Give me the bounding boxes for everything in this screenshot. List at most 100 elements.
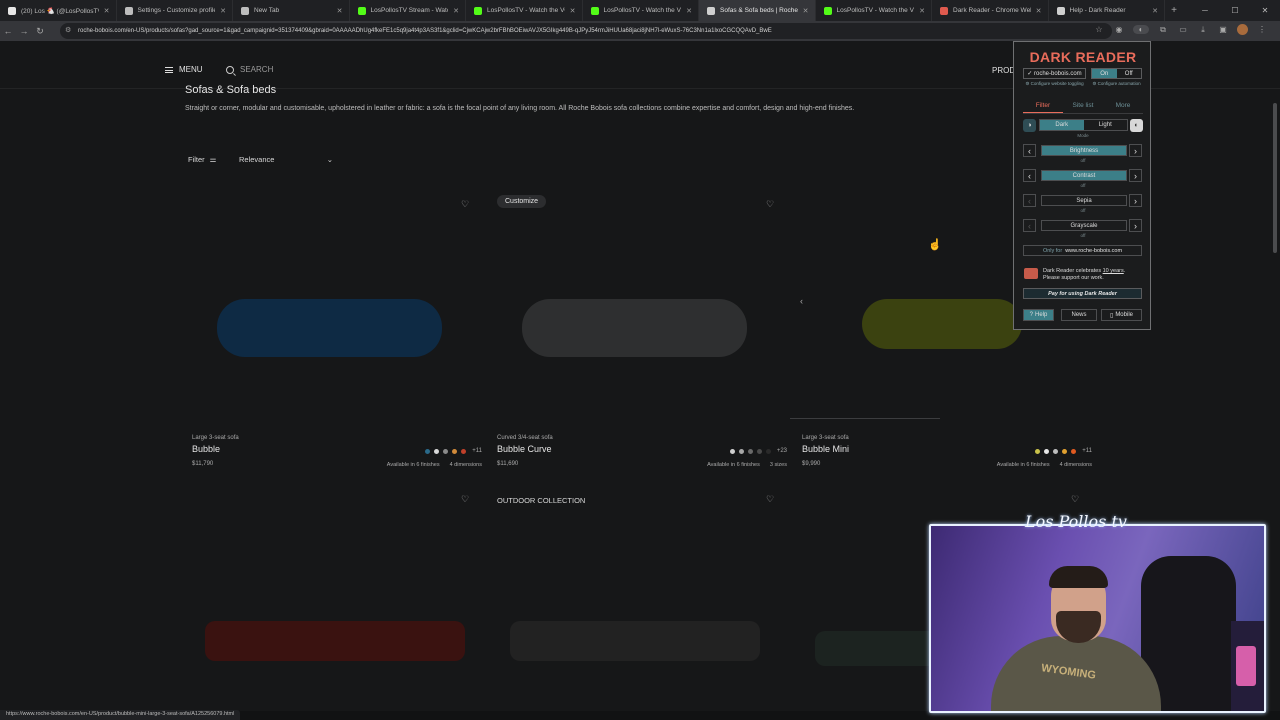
product-image[interactable] (217, 299, 442, 357)
filter-button[interactable]: Filter ⚌ (188, 155, 216, 164)
mode-light-option[interactable]: Light (1084, 120, 1128, 130)
product-name[interactable]: Bubble Curve (497, 444, 552, 454)
close-tab-icon[interactable]: ✕ (220, 7, 226, 15)
product-name[interactable]: Bubble Mini (802, 444, 849, 454)
customize-badge[interactable]: Customize (497, 195, 547, 208)
color-swatch[interactable] (461, 448, 467, 454)
reload-icon[interactable]: ↻ (32, 26, 48, 37)
product-card[interactable]: ♡ Customize Curved 3/4-seat sofa Bubble … (497, 195, 787, 479)
menu-button[interactable]: MENU (165, 65, 203, 74)
on-off-toggle[interactable]: On Off (1091, 68, 1142, 79)
close-tab-icon[interactable]: ✕ (104, 7, 110, 15)
forward-icon[interactable]: → (16, 26, 32, 36)
color-swatch[interactable] (738, 448, 744, 454)
url-input[interactable]: ⚙ roche-bobois.com/en-US/products/sofas?… (60, 23, 1112, 39)
sidebar-icon[interactable]: ▭ (1177, 25, 1189, 34)
minimize-icon[interactable]: ─ (1190, 6, 1220, 15)
wishlist-heart-icon[interactable]: ♡ (766, 199, 774, 210)
color-swatch[interactable] (452, 448, 458, 454)
off-option[interactable]: Off (1117, 69, 1142, 78)
wishlist-heart-icon[interactable]: ♡ (461, 199, 469, 210)
browser-tab[interactable]: Help - Dark Reader ✕ (1049, 0, 1165, 21)
close-tab-icon[interactable]: ✕ (337, 7, 343, 15)
close-window-icon[interactable]: ✕ (1250, 6, 1280, 15)
mode-switch[interactable]: Dark Light (1039, 119, 1128, 131)
color-swatch[interactable] (1035, 448, 1041, 454)
profile-avatar[interactable] (1237, 24, 1248, 35)
chrome-menu-icon[interactable]: ⋮ (1256, 25, 1268, 34)
grayscale-slider[interactable]: Grayscale (1041, 220, 1127, 231)
browser-tab[interactable]: LosPollosTV - Watch the VOD ✕ (816, 0, 932, 21)
browser-tab[interactable]: New Tab ✕ (233, 0, 350, 21)
close-tab-icon[interactable]: ✕ (919, 7, 925, 15)
wishlist-heart-icon[interactable]: ♡ (1071, 494, 1079, 505)
color-swatch[interactable] (765, 448, 771, 454)
color-swatch[interactable] (434, 448, 440, 454)
sort-select[interactable]: Relevance ⌄ (239, 155, 333, 164)
dark-reader-extension-icon[interactable]: ◐ (1133, 25, 1149, 34)
product-image[interactable] (510, 621, 760, 661)
browser-tab[interactable]: Sofas & Sofa beds | Roche Bo ✕ (699, 0, 816, 21)
tab-filter[interactable]: Filter (1023, 102, 1063, 113)
help-button[interactable]: ? Help (1023, 309, 1054, 321)
mode-dark-option[interactable]: Dark (1040, 120, 1084, 130)
cast-icon[interactable]: ▣ (1217, 25, 1229, 34)
increase-arrow-icon[interactable]: › (1129, 144, 1142, 157)
site-info-icon[interactable]: ⚙ (65, 26, 71, 34)
sepia-slider[interactable]: Sepia (1041, 195, 1127, 206)
color-swatch[interactable] (1044, 448, 1050, 454)
media-icon[interactable]: ◉ (1113, 25, 1125, 34)
decrease-arrow-icon[interactable]: ‹ (1023, 194, 1036, 207)
color-swatch[interactable] (747, 448, 753, 454)
tab-site-list[interactable]: Site list (1063, 102, 1103, 113)
color-swatch[interactable] (1053, 448, 1059, 454)
increase-arrow-icon[interactable]: › (1129, 169, 1142, 182)
product-card[interactable]: ♡ Large 3-seat sofa Bubble $11,790 +11 A… (192, 199, 482, 479)
new-tab-button[interactable]: + (1165, 5, 1183, 16)
browser-tab[interactable]: LosPollosTV Stream - Watch L ✕ (350, 0, 466, 21)
configure-automation-link[interactable]: ⚙ Configure automation (1091, 81, 1142, 86)
bookmark-star-icon[interactable]: ☆ (1093, 25, 1105, 34)
contrast-slider[interactable]: Contrast (1041, 170, 1127, 181)
product-image[interactable] (522, 299, 747, 357)
product-image[interactable] (205, 621, 465, 661)
browser-tab[interactable]: (20) Los 🐔 (@LosPollosTV) / X ✕ (0, 0, 117, 21)
more-colors-count[interactable]: +23 (777, 448, 787, 454)
decrease-arrow-icon[interactable]: ‹ (1023, 144, 1036, 157)
close-tab-icon[interactable]: ✕ (1036, 7, 1042, 15)
mobile-button[interactable]: ▯ Mobile (1101, 309, 1142, 321)
color-swatch[interactable] (425, 448, 431, 454)
close-tab-icon[interactable]: ✕ (570, 7, 576, 15)
pay-button[interactable]: Pay for using Dark Reader (1023, 288, 1142, 299)
close-tab-icon[interactable]: ✕ (1152, 7, 1158, 15)
close-tab-icon[interactable]: ✕ (453, 7, 459, 15)
download-icon[interactable]: ⤓ (1197, 25, 1209, 35)
more-colors-count[interactable]: +11 (1082, 448, 1092, 454)
close-tab-icon[interactable]: ✕ (686, 7, 692, 15)
color-swatch[interactable] (1062, 448, 1068, 454)
close-tab-icon[interactable]: ✕ (803, 7, 809, 15)
light-mode-icon[interactable]: ◐ (1130, 119, 1143, 132)
extensions-puzzle-icon[interactable]: ⧉ (1157, 25, 1169, 35)
color-swatch[interactable] (1071, 448, 1077, 454)
decrease-arrow-icon[interactable]: ‹ (1023, 169, 1036, 182)
wishlist-heart-icon[interactable]: ♡ (766, 494, 774, 505)
product-name[interactable]: Bubble (192, 444, 220, 454)
color-swatch[interactable] (729, 448, 735, 454)
more-colors-count[interactable]: +11 (472, 448, 482, 454)
celebrate-years-link[interactable]: 10 years (1103, 268, 1124, 274)
increase-arrow-icon[interactable]: › (1129, 219, 1142, 232)
page-scrollbar[interactable] (1273, 103, 1277, 253)
browser-tab[interactable]: Settings - Customize profile ✕ (117, 0, 233, 21)
back-icon[interactable]: ← (0, 26, 16, 36)
browser-tab[interactable]: Dark Reader - Chrome Web St ✕ (932, 0, 1049, 21)
carousel-prev-icon[interactable]: ‹ (800, 296, 803, 306)
products-nav-link[interactable]: PROD (992, 66, 1015, 75)
news-button[interactable]: News (1061, 309, 1097, 321)
search-button[interactable]: SEARCH (226, 65, 273, 74)
brightness-slider[interactable]: Brightness (1041, 145, 1127, 156)
configure-website-toggling-link[interactable]: ⚙ Configure website toggling (1023, 81, 1086, 86)
color-swatch[interactable] (443, 448, 449, 454)
on-option[interactable]: On (1092, 69, 1117, 78)
browser-tab[interactable]: LosPollosTV - Watch the VOD ✕ (583, 0, 699, 21)
